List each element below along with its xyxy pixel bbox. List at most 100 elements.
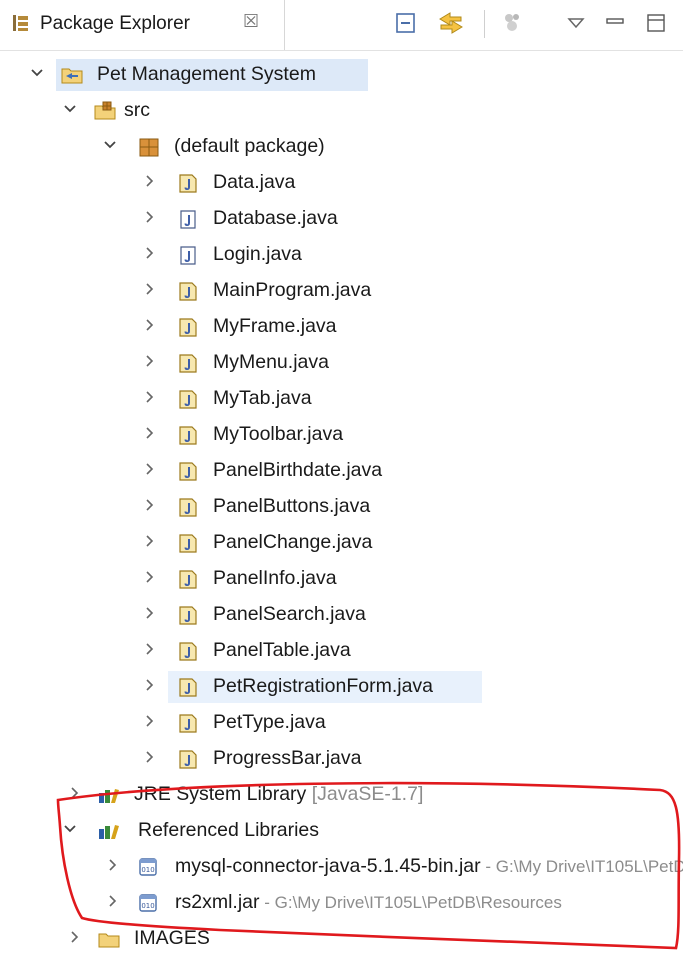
file-label: MyTab.java [213,387,312,409]
java-file-icon [176,243,200,267]
minimize-icon[interactable] [604,10,626,36]
view-menu-icon[interactable] [566,10,586,36]
tree-item-project[interactable]: Pet Management System [0,57,683,93]
maximize-icon[interactable] [644,10,668,36]
chevron-down-icon[interactable] [29,65,45,81]
file-label: PanelInfo.java [213,567,337,589]
tree-item-jre-library[interactable]: JRE System Library [JavaSE-1.7] [0,777,683,813]
chevron-right-icon[interactable] [141,461,157,477]
jre-decoration: [JavaSE-1.7] [311,783,424,805]
jre-text: JRE System Library [JavaSE-1.7] [134,783,423,806]
chevron-right-icon[interactable] [104,893,120,909]
tree-item-src[interactable]: src [0,93,683,129]
chevron-right-icon[interactable] [104,857,120,873]
library-icon [97,783,121,807]
java-file-icon [176,171,200,195]
chevron-right-icon[interactable] [141,425,157,441]
java-file-icon [176,279,200,303]
tree-item-file-selected[interactable]: PetRegistrationForm.java [0,669,683,705]
chevron-down-icon[interactable] [62,101,78,117]
chevron-right-icon[interactable] [141,569,157,585]
collapse-all-icon[interactable] [393,10,419,36]
tree-item-file[interactable]: MyFrame.java [0,309,683,345]
chevron-right-icon[interactable] [66,785,82,801]
chevron-right-icon[interactable] [141,605,157,621]
file-label: PanelBirthdate.java [213,459,383,481]
chevron-right-icon[interactable] [141,353,157,369]
chevron-right-icon[interactable] [141,209,157,225]
chevron-right-icon[interactable] [141,533,157,549]
tree-item-file[interactable]: Database.java [0,201,683,237]
java-file-icon [176,531,200,555]
tree-item-referenced-libraries[interactable]: Referenced Libraries [0,813,683,849]
filter-icon[interactable] [500,10,526,36]
jre-label: JRE System Library [134,783,307,805]
file-label: PanelTable.java [213,639,351,661]
chevron-right-icon[interactable] [141,713,157,729]
tree-item-default-package[interactable]: (default package) [0,129,683,165]
chevron-down-icon[interactable] [62,821,78,837]
chevron-right-icon[interactable] [141,389,157,405]
chevron-right-icon[interactable] [141,173,157,189]
images-label: IMAGES [134,927,210,949]
file-label: PanelChange.java [213,531,373,553]
link-with-editor-icon[interactable] [436,10,466,36]
view-header: Package Explorer ☒ [0,0,683,51]
tree-item-file[interactable]: PanelBirthdate.java [0,453,683,489]
jar-text: rs2xml.jar - G:\My Drive\IT105L\PetDB\Re… [175,891,562,914]
jar-icon [136,855,160,879]
tree-item-images-folder[interactable]: IMAGES [0,921,683,957]
tree-item-jar[interactable]: mysql-connector-java-5.1.45-bin.jar - G:… [0,849,683,885]
tree-item-file[interactable]: MyToolbar.java [0,417,683,453]
tree-item-jar[interactable]: rs2xml.jar - G:\My Drive\IT105L\PetDB\Re… [0,885,683,921]
tree-item-file[interactable]: PetType.java [0,705,683,741]
file-label: Data.java [213,171,296,193]
chevron-right-icon[interactable] [141,749,157,765]
library-icon [97,819,121,843]
file-label: Database.java [213,207,338,229]
file-label: PanelButtons.java [213,495,371,517]
java-file-icon [176,351,200,375]
tree-item-file[interactable]: MainProgram.java [0,273,683,309]
jar-label: rs2xml.jar [175,891,260,913]
tree-item-file[interactable]: Data.java [0,165,683,201]
java-file-icon [176,567,200,591]
chevron-right-icon[interactable] [66,929,82,945]
tree-item-file[interactable]: MyTab.java [0,381,683,417]
chevron-right-icon[interactable] [141,317,157,333]
tab-title: Package Explorer [40,13,190,34]
src-label: src [124,99,150,121]
chevron-right-icon[interactable] [141,641,157,657]
toolbar-separator [484,10,485,38]
file-label: PetRegistrationForm.java [213,675,434,697]
java-file-icon [176,459,200,483]
chevron-down-icon[interactable] [102,137,118,153]
package-explorer-icon [13,15,28,31]
java-file-icon [176,747,200,771]
file-label: MainProgram.java [213,279,372,301]
tree-item-file[interactable]: Login.java [0,237,683,273]
chevron-right-icon[interactable] [141,281,157,297]
tree-item-file[interactable]: PanelInfo.java [0,561,683,597]
file-label: PetType.java [213,711,326,733]
tree-item-file[interactable]: PanelChange.java [0,525,683,561]
tree-item-file[interactable]: PanelTable.java [0,633,683,669]
chevron-right-icon[interactable] [141,245,157,261]
java-file-icon [176,675,200,699]
referenced-libraries-label: Referenced Libraries [138,819,320,841]
jar-text: mysql-connector-java-5.1.45-bin.jar - G:… [175,855,683,878]
java-file-icon [176,423,200,447]
file-label: Login.java [213,243,302,265]
tree-item-file[interactable]: MyMenu.java [0,345,683,381]
chevron-right-icon[interactable] [141,497,157,513]
chevron-right-icon[interactable] [141,677,157,693]
package-tree: Pet Management System src (default packa… [0,55,683,957]
tab-package-explorer[interactable]: Package Explorer ☒ [0,0,285,50]
tree-item-file[interactable]: PanelButtons.java [0,489,683,525]
close-icon[interactable]: ☒ [243,11,259,32]
project-label: Pet Management System [97,63,316,85]
tree-item-file[interactable]: PanelSearch.java [0,597,683,633]
jar-path: - G:\My Drive\IT105L\PetDB\Resources [485,857,683,876]
file-label: MyFrame.java [213,315,337,337]
tree-item-file[interactable]: ProgressBar.java [0,741,683,777]
